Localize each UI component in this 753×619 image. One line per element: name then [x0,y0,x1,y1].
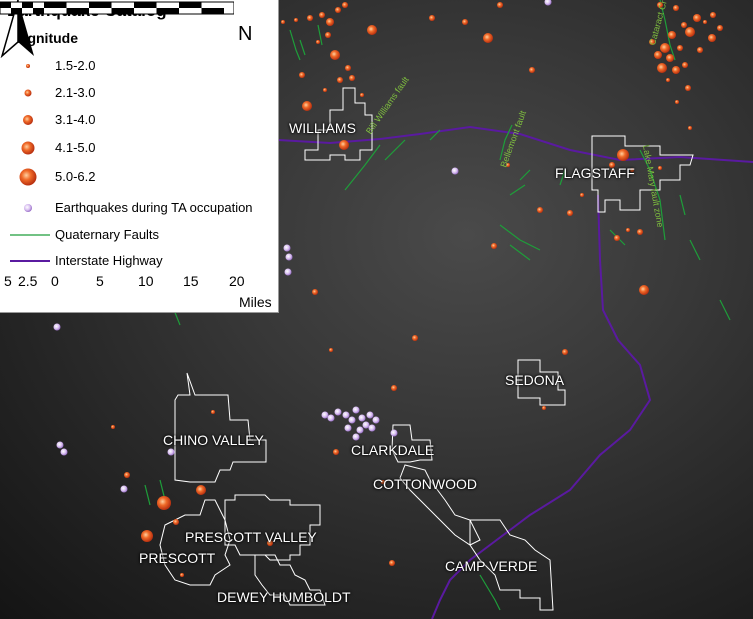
scale-units: Miles [239,294,272,310]
quake-symbol-icon [19,168,37,186]
prescott-valley-boundary [224,494,321,561]
city-label-prescott-valley: PRESCOTT VALLEY [185,529,317,545]
ta-quake-symbol-icon [24,204,32,212]
city-label-williams: WILLIAMS [289,120,356,136]
north-label: N [238,23,253,45]
quake-symbol-icon [26,64,30,68]
city-label-flagstaff: FLAGSTAFF [555,165,635,181]
city-label-prescott: PRESCOTT [139,550,216,566]
fault-line-icon [10,234,50,236]
interstate-17 [431,194,652,619]
city-label-clarkdale: CLARKDALE [351,442,435,458]
city-label-camp-verde: CAMP VERDE [445,558,538,574]
map-canvas[interactable]: Bill Williams fault Bellemont fault Lake… [0,0,753,619]
scale-tick-label: 2.5 [18,273,38,289]
quake-symbol-icon [23,115,33,125]
city-label-sedona: SEDONA [505,372,565,388]
map-legend: Earthquake Catalog Magnitude 1.5-2.0 2.1… [0,0,279,313]
highway-line-icon [10,260,50,262]
scale-tick-label: 10 [138,273,154,289]
scale-tick-label: 20 [229,273,245,289]
city-label-dewey-humboldt: DEWEY HUMBOLDT [217,589,351,605]
quake-symbol-icon [21,141,35,155]
scale-bar [0,1,234,15]
chino-valley-boundary [174,372,267,483]
scale-tick-label: 5 [4,273,12,289]
scale-tick-label: 5 [96,273,104,289]
city-label-cottonwood: COTTONWOOD [373,476,477,492]
scale-tick-label: 15 [183,273,199,289]
quake-symbol-icon [24,89,32,97]
city-label-chino-valley: CHINO VALLEY [163,432,264,448]
scale-tick-label: 0 [51,273,59,289]
